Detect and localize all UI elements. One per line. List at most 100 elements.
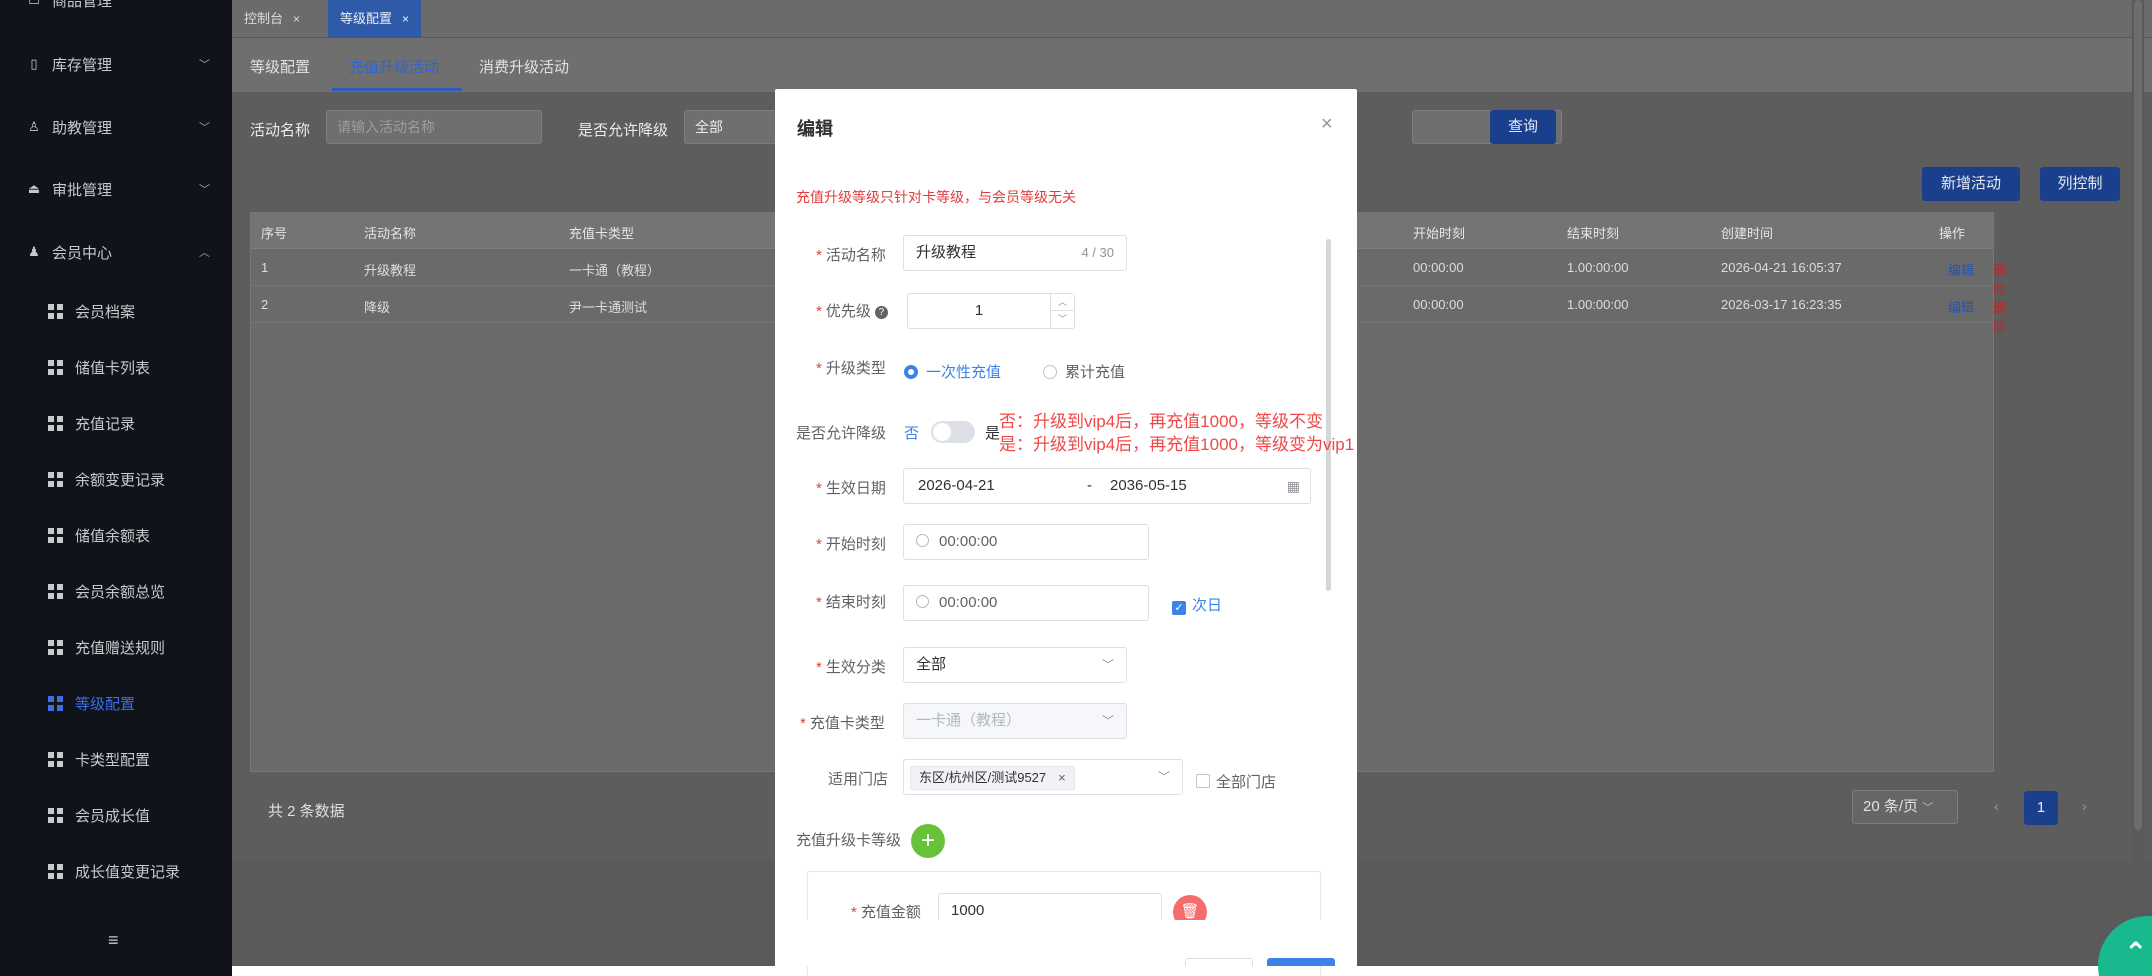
next-day-checkbox[interactable]: ✓ 次日 (1172, 594, 1222, 615)
close-icon[interactable]: × (293, 12, 300, 26)
grid-icon (48, 807, 63, 823)
page-size-select[interactable]: 20 条/页 ﹀ (1852, 790, 1958, 824)
chevron-up-icon: ︿ (199, 247, 210, 259)
cell-index: 1 (261, 260, 269, 275)
sidebar: ☐ 商品管理 ﹀ ▯ 库存管理 ﹀ ♙ 助教管理 ﹀ ⏏ 审批管理 ﹀ ♟ 会员… (0, 0, 232, 976)
chevron-down-icon: ﹀ (199, 59, 210, 71)
increment-button[interactable]: ︿ (1051, 294, 1074, 311)
tab-level-config[interactable]: 等级配置 (250, 56, 310, 77)
page-scrollbar[interactable] (2134, 0, 2142, 830)
cell-created: 2026-03-17 16:23:35 (1721, 297, 1842, 312)
cell-name: 降级 (364, 300, 391, 315)
label-text: 结束时刻 (825, 594, 886, 611)
sidebar-sub-label: 充值赠送规则 (75, 639, 166, 657)
sidebar-item-label: 助教管理 (52, 119, 113, 137)
menu-collapse-icon[interactable]: ≡ (108, 930, 119, 951)
query-button[interactable]: 查询 (1490, 110, 1556, 144)
sidebar-sub-item[interactable]: 储值卡列表 (0, 339, 232, 395)
label-text: 生效日期 (825, 480, 886, 497)
activity-name-input[interactable]: 升级教程 4 / 30 (903, 235, 1127, 271)
category-label: * 生效分类 (816, 656, 886, 677)
edit-link[interactable]: 编辑 (1948, 260, 1974, 279)
member-icon: ♟ (28, 244, 40, 259)
end-time-input[interactable]: 00:00:00 (903, 585, 1149, 621)
all-stores-checkbox[interactable]: 全部门店 (1196, 771, 1276, 792)
clock-icon (916, 534, 929, 547)
radio-label: 一次性充值 (926, 364, 1002, 381)
tab-consume-upgrade[interactable]: 消费升级活动 (479, 56, 569, 77)
switch-knob (933, 423, 951, 441)
activity-name-search-input[interactable]: 请输入活动名称 (326, 110, 542, 144)
date-end: 2036-05-15 (1110, 477, 1187, 494)
downgrade-label: 是否允许降级 (796, 425, 887, 442)
store-tag: 东区/杭州区/测试9527 × (910, 766, 1075, 790)
sidebar-sub-item[interactable]: 充值记录 (0, 395, 232, 451)
sidebar-sub-item[interactable]: 储值余额表 (0, 507, 232, 563)
sidebar-sub-item[interactable]: 会员余额总览 (0, 563, 232, 619)
sidebar-sub-item[interactable]: 成长值变更记录 (0, 843, 232, 899)
dialog-footer (775, 920, 1357, 966)
tab-recharge-upgrade[interactable]: 充值升级活动 (349, 56, 439, 77)
decrement-button[interactable]: ﹀ (1051, 311, 1074, 328)
chevron-down-icon: ﹀ (199, 184, 210, 196)
radio-one-time-recharge[interactable]: 一次性充值 (904, 361, 1001, 382)
dialog-scrollbar[interactable] (1326, 239, 1331, 591)
grid-icon (48, 863, 63, 879)
delete-link[interactable]: 删除 (1993, 260, 2006, 298)
radio-dot (904, 365, 918, 379)
downgrade-switch[interactable] (931, 421, 975, 443)
current-page[interactable]: 1 (2024, 791, 2058, 825)
sidebar-item-approval[interactable]: ⏏ 审批管理 ﹀ (0, 161, 232, 217)
add-activity-button[interactable]: 新增活动 (1922, 167, 2020, 201)
close-icon[interactable]: × (1058, 770, 1066, 785)
column-control-button[interactable]: 列控制 (2040, 167, 2120, 201)
active-tab-underline (332, 88, 462, 91)
prev-page-button[interactable]: ‹ (1994, 798, 1999, 814)
priority-stepper[interactable]: 1 ︿ ﹀ (907, 293, 1075, 329)
required-mark: * (816, 536, 822, 553)
add-level-button[interactable]: + (911, 824, 945, 858)
sidebar-sub-item[interactable]: 会员成长值 (0, 787, 232, 843)
sidebar-sub-item[interactable]: 会员档案 (0, 283, 232, 339)
start-time-input[interactable]: 00:00:00 (903, 524, 1149, 560)
store-select[interactable]: 东区/杭州区/测试9527 × ﹀ (903, 759, 1183, 795)
inventory-icon: ▯ (30, 56, 38, 71)
sidebar-item-inventory[interactable]: ▯ 库存管理 ﹀ (0, 36, 232, 92)
close-icon[interactable]: × (402, 12, 409, 26)
input-value: 升级教程 (916, 244, 977, 261)
cancel-button[interactable] (1185, 958, 1253, 966)
switch-off-label: 否 (904, 425, 920, 442)
tag-dashboard[interactable]: 控制台 × (232, 0, 312, 38)
cell-card-type: 一卡通（教程） (569, 263, 661, 278)
chevron-down-icon: ﹀ (1101, 714, 1114, 728)
stepper-buttons: ︿ ﹀ (1050, 294, 1074, 328)
confirm-button[interactable] (1267, 958, 1335, 966)
sidebar-item-goods[interactable]: ☐ 商品管理 ﹀ (0, 0, 232, 28)
required-mark: * (816, 360, 822, 377)
next-page-button[interactable]: › (2082, 798, 2087, 814)
char-counter: 4 / 30 (1081, 245, 1114, 260)
help-icon[interactable]: ? (874, 306, 888, 319)
goods-icon: ☐ (26, 0, 42, 8)
sidebar-sub-item[interactable]: 充值赠送规则 (0, 619, 232, 675)
category-select[interactable]: 全部 ﹀ (903, 647, 1127, 683)
close-icon[interactable]: × (1321, 113, 1333, 136)
label-text: 活动名称 (825, 247, 886, 264)
delete-link[interactable]: 删除 (1993, 297, 2006, 335)
radio-dot (1043, 365, 1057, 379)
required-mark: * (816, 594, 822, 611)
edit-link[interactable]: 编辑 (1948, 297, 1974, 316)
activity-name-label: * 活动名称 (816, 244, 886, 265)
radio-cumulative-recharge[interactable]: 累计充值 (1043, 361, 1125, 382)
sidebar-item-member-center[interactable]: ♟ 会员中心 ︿ (0, 224, 232, 280)
sidebar-sub-item[interactable]: 卡类型配置 (0, 731, 232, 787)
sidebar-sub-item[interactable]: 余额变更记录 (0, 451, 232, 507)
sidebar-sub-item-active[interactable]: 等级配置 (0, 675, 232, 731)
sidebar-item-coach[interactable]: ♙ 助教管理 ﹀ (0, 99, 232, 155)
tag-level-config[interactable]: 等级配置 × (328, 0, 422, 38)
effective-date-range[interactable]: 2026-04-21 - 2036-05-15 ▦ (903, 468, 1311, 504)
grid-icon (48, 639, 63, 655)
time-value: 00:00:00 (939, 594, 998, 611)
label-text: 开始时刻 (825, 536, 886, 553)
sidebar-sub-label: 会员成长值 (75, 807, 151, 825)
